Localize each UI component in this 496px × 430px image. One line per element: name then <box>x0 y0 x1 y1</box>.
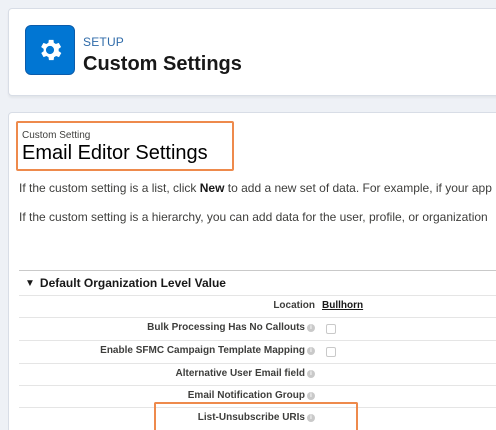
field-label-text: Bulk Processing Has No Callouts <box>147 322 305 333</box>
help-icon[interactable]: i <box>307 369 315 378</box>
field-label-text: Enable SFMC Campaign Template Mapping <box>100 345 305 356</box>
field-label: Enable SFMC Campaign Template Mapping i <box>100 345 315 356</box>
setup-eyebrow: SETUP <box>83 35 125 49</box>
desc1-bold: New <box>199 181 225 195</box>
hierarchy-description: If the custom setting is a hierarchy, yo… <box>19 210 488 224</box>
desc1-text-post: to add a new set of data. For example, i… <box>224 181 492 195</box>
section-title: Default Organization Level Value <box>39 276 226 290</box>
help-icon[interactable]: i <box>307 346 315 355</box>
field-label-text: Email Notification Group <box>187 390 305 401</box>
custom-setting-detail: Custom Setting Email Editor Settings If … <box>8 112 496 430</box>
field-label-text: Location <box>273 300 315 311</box>
field-row-alt-email: Alternative User Email field i <box>19 363 496 385</box>
page-header-title: Custom Settings <box>83 53 242 75</box>
field-label: Location <box>273 300 315 311</box>
page-title: Email Editor Settings <box>22 142 208 164</box>
gear-icon <box>25 25 75 75</box>
field-row-bulk-processing: Bulk Processing Has No Callouts i <box>19 317 496 340</box>
field-label: Email Notification Group i <box>188 390 315 401</box>
bulk-processing-checkbox <box>326 324 336 334</box>
list-description: If the custom setting is a list, click N… <box>19 181 492 195</box>
caret-down-icon[interactable]: ▼ <box>25 278 35 289</box>
setup-page: SETUP Custom Settings Custom Setting Ema… <box>0 0 496 430</box>
help-icon[interactable]: i <box>307 391 315 400</box>
help-icon[interactable]: i <box>307 323 315 332</box>
page-eyebrow: Custom Setting <box>22 130 91 141</box>
field-row-sfmc-mapping: Enable SFMC Campaign Template Mapping i <box>19 340 496 363</box>
list-unsubscribe-highlight-box <box>154 402 358 430</box>
setup-header: SETUP Custom Settings <box>8 8 496 96</box>
location-link[interactable]: Bullhorn <box>322 300 363 311</box>
desc1-text: If the custom setting is a list, click <box>19 181 200 195</box>
field-label-text: Alternative User Email field <box>175 368 306 379</box>
field-label: Alternative User Email field i <box>175 368 315 379</box>
field-row-location: Location Bullhorn <box>19 295 496 317</box>
sfmc-mapping-checkbox <box>326 347 336 357</box>
section-header[interactable]: ▼ Default Organization Level Value <box>19 271 496 295</box>
field-label: Bulk Processing Has No Callouts i <box>147 322 315 333</box>
